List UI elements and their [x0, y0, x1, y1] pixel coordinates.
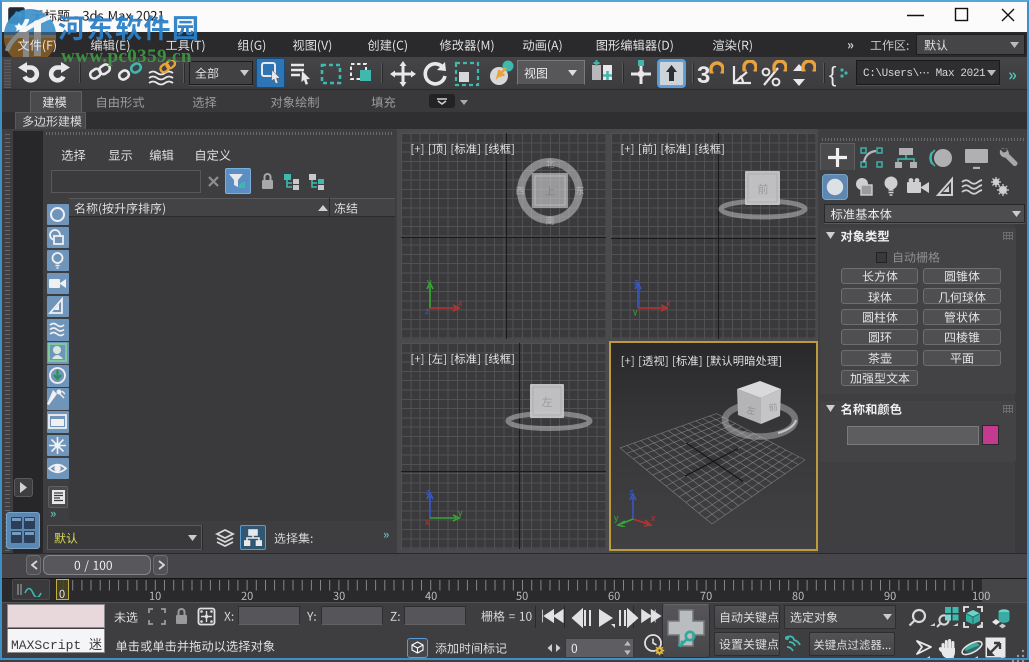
svg-text:左: 左: [746, 404, 757, 416]
svg-text:3: 3: [697, 62, 710, 88]
svg-text:z: z: [426, 488, 431, 497]
svg-text:北: 北: [545, 159, 554, 169]
svg-text:西: 西: [515, 186, 524, 196]
svg-text:y: y: [458, 508, 463, 518]
svg-text:前: 前: [768, 401, 778, 413]
svg-text:前: 前: [758, 182, 769, 196]
svg-text:y: y: [614, 513, 619, 523]
svg-text:x: x: [651, 513, 656, 523]
svg-text:z: z: [425, 306, 430, 316]
svg-text:y: y: [427, 278, 432, 287]
svg-text:x: x: [425, 517, 430, 526]
svg-text:左: 左: [542, 396, 553, 409]
svg-text:y: y: [633, 307, 638, 316]
svg-text:南: 南: [545, 215, 554, 226]
svg-text:x: x: [666, 298, 671, 308]
svg-text:x: x: [458, 298, 463, 308]
svg-text:{: {: [829, 62, 836, 87]
svg-text:z: z: [634, 278, 639, 287]
svg-text:东: 东: [575, 185, 584, 196]
svg-text:上: 上: [545, 186, 555, 198]
svg-text:z: z: [629, 487, 634, 497]
